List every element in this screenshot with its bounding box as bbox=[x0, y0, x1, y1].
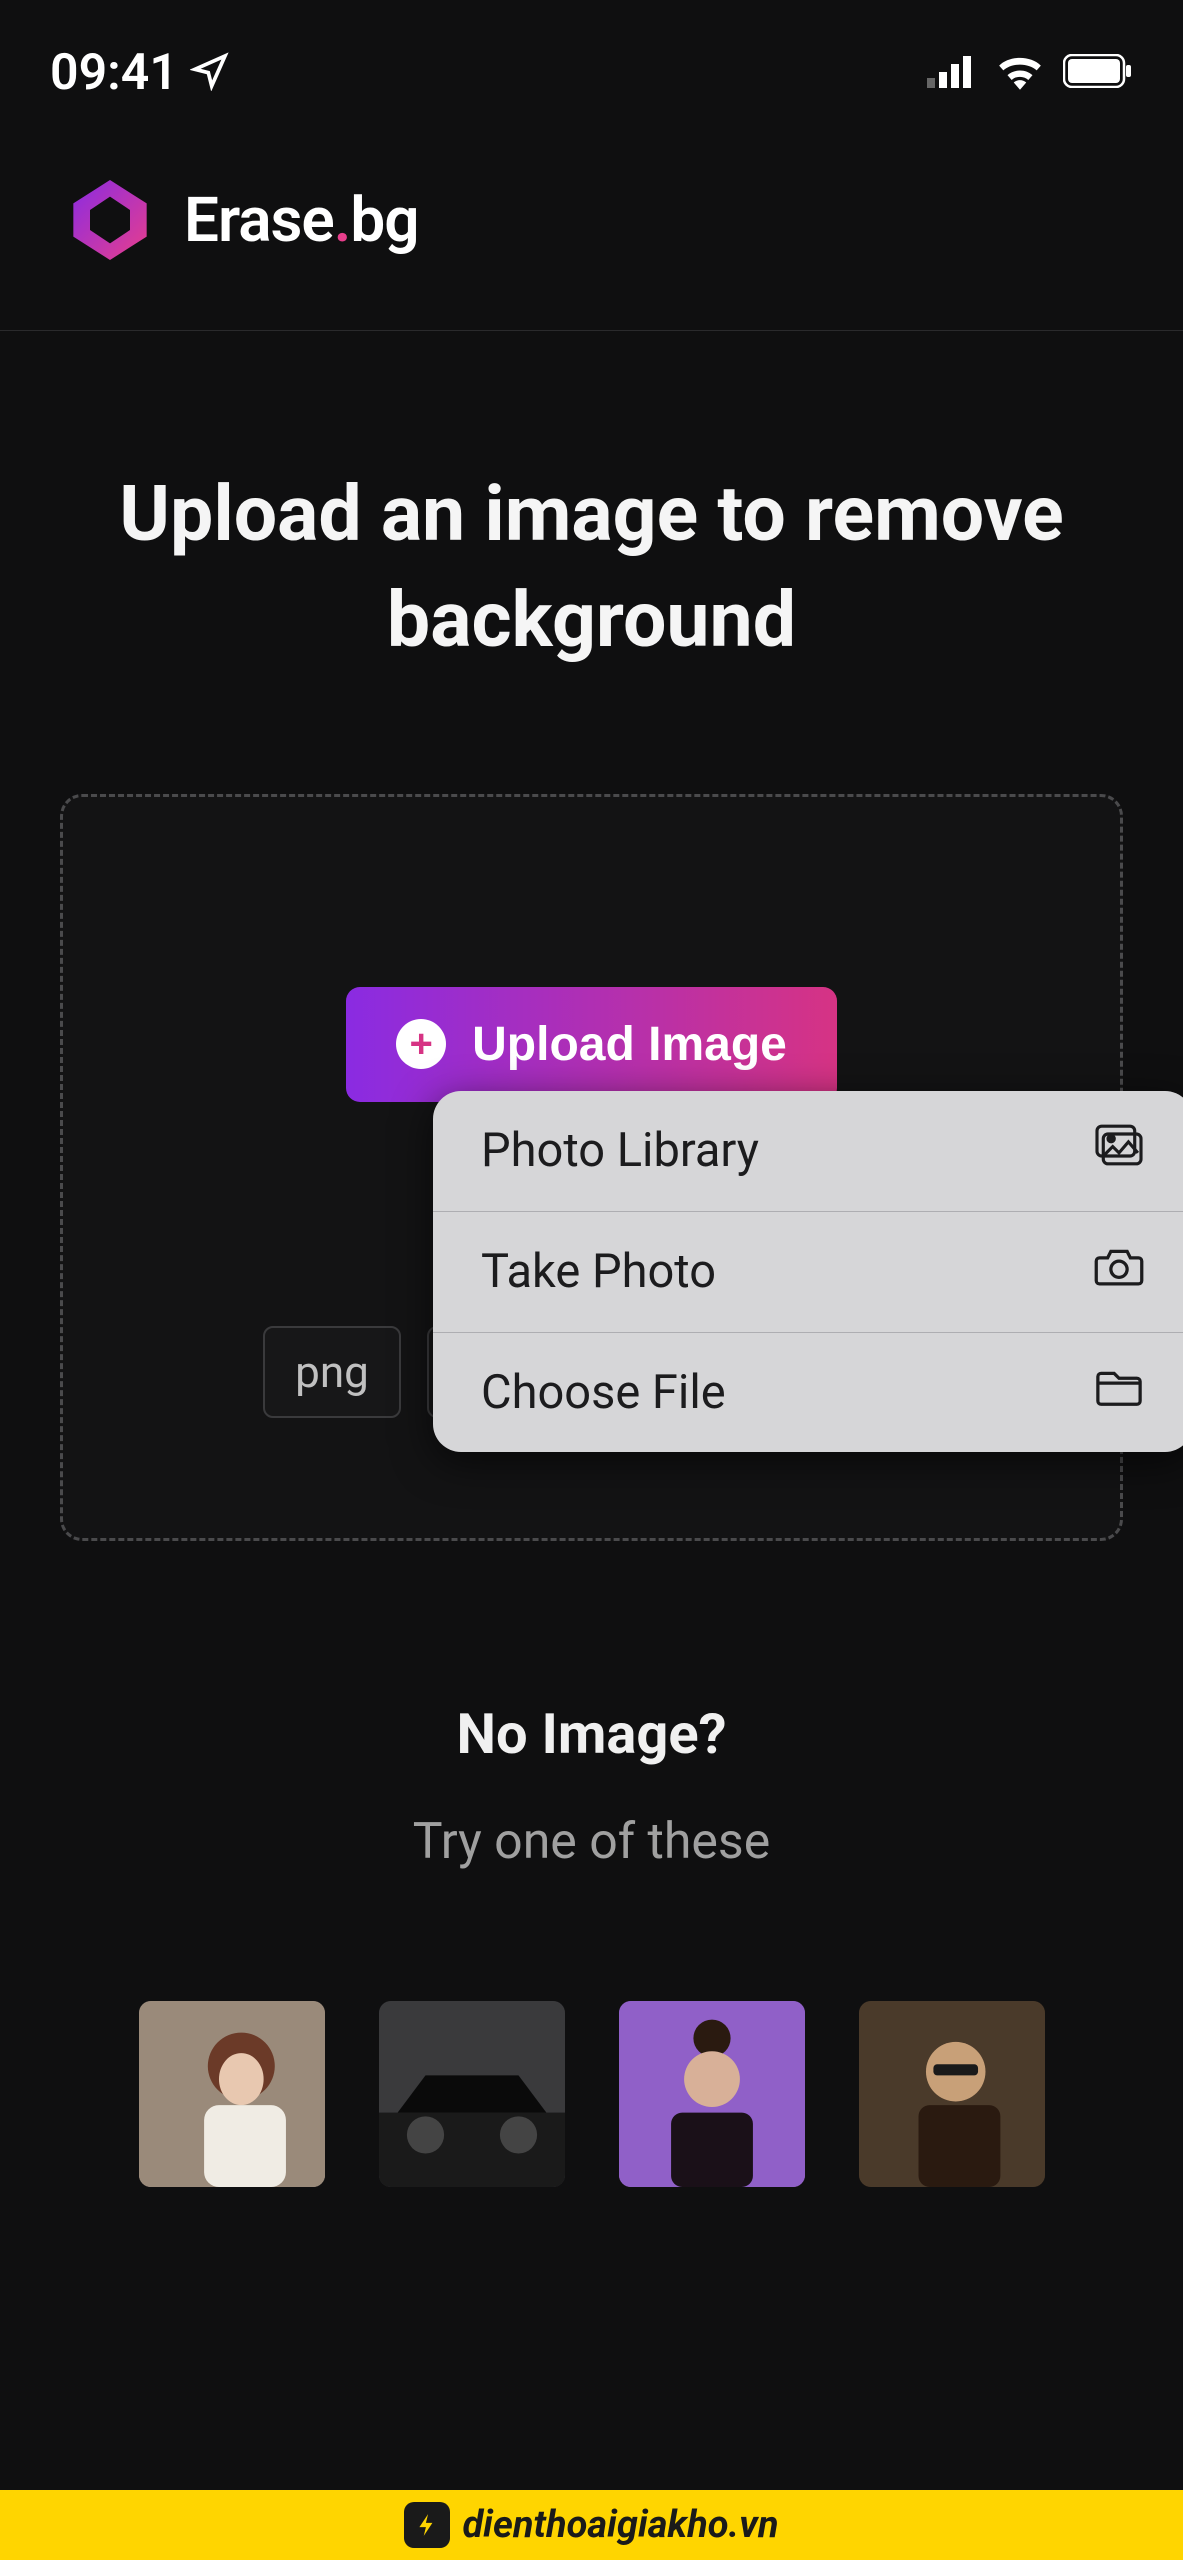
sample-black-car[interactable] bbox=[379, 2001, 565, 2187]
upload-image-button[interactable]: + Upload Image bbox=[346, 987, 837, 1102]
no-image-title: No Image? bbox=[0, 1701, 1183, 1767]
brand-part2: bg bbox=[350, 184, 418, 257]
popup-photo-library[interactable]: Photo Library bbox=[433, 1091, 1183, 1212]
popup-item-label: Choose File bbox=[481, 1365, 726, 1420]
popup-item-label: Photo Library bbox=[481, 1123, 759, 1178]
plus-icon: + bbox=[396, 1019, 446, 1069]
brand-part1: Erase bbox=[184, 184, 334, 257]
footer-banner: dienthoaigiakho.vn bbox=[0, 2490, 1183, 2560]
wifi-icon bbox=[995, 52, 1045, 94]
footer-text: dienthoaigiakho.vn bbox=[462, 2503, 778, 2547]
file-source-popup: Photo Library Take Photo Choose File bbox=[433, 1091, 1183, 1452]
brand-name: Erase.bg bbox=[184, 184, 419, 257]
upload-button-label: Upload Image bbox=[472, 1017, 787, 1072]
photo-stack-icon bbox=[1093, 1123, 1145, 1179]
no-image-subtitle: Try one of these bbox=[0, 1813, 1183, 1871]
footer-logo-icon bbox=[404, 2502, 450, 2548]
battery-icon bbox=[1063, 54, 1133, 92]
sample-woman-bun[interactable] bbox=[619, 2001, 805, 2187]
status-left: 09:41 bbox=[50, 44, 230, 102]
page-headline: Upload an image to remove background bbox=[0, 331, 1183, 794]
status-bar: 09:41 bbox=[0, 0, 1183, 120]
upload-dropzone[interactable]: + Upload Image (upt png jpeg jpg webp Ph… bbox=[60, 794, 1123, 1541]
popup-take-photo[interactable]: Take Photo bbox=[433, 1212, 1183, 1333]
sample-woman-red-hair[interactable] bbox=[139, 2001, 325, 2187]
cellular-signal-icon bbox=[927, 54, 977, 92]
sample-man-glasses[interactable] bbox=[859, 2001, 1045, 2187]
status-time: 09:41 bbox=[50, 44, 178, 102]
app-header: Erase.bg bbox=[0, 120, 1183, 331]
erasebg-logo-icon bbox=[60, 170, 160, 270]
folder-icon bbox=[1093, 1365, 1145, 1420]
location-arrow-icon bbox=[190, 51, 230, 95]
popup-item-label: Take Photo bbox=[481, 1244, 716, 1299]
format-badge-png: png bbox=[263, 1326, 401, 1418]
camera-icon bbox=[1093, 1244, 1145, 1300]
no-image-section: No Image? Try one of these bbox=[0, 1701, 1183, 1871]
sample-images-row bbox=[0, 2001, 1183, 2187]
status-right bbox=[927, 52, 1133, 94]
brand-dot: . bbox=[334, 184, 351, 257]
popup-choose-file[interactable]: Choose File bbox=[433, 1333, 1183, 1452]
